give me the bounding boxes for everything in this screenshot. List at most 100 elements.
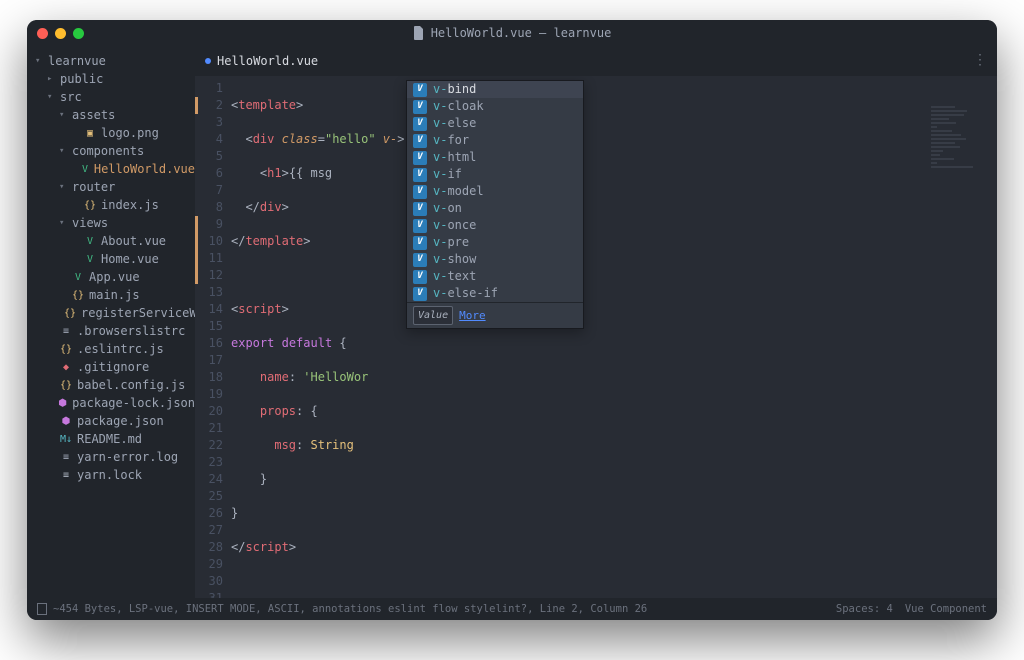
autocomplete-label: v-else-if bbox=[433, 285, 498, 302]
tree-item-assets[interactable]: ▾assets bbox=[27, 106, 195, 124]
line-number: 31 bbox=[197, 590, 223, 598]
autocomplete-kind-icon: V bbox=[413, 83, 427, 97]
autocomplete-item-v-else-if[interactable]: Vv-else-if bbox=[407, 285, 583, 302]
tree-arrow-icon: ▾ bbox=[59, 146, 67, 156]
tree-item-components[interactable]: ▾components bbox=[27, 142, 195, 160]
tree-item-label: views bbox=[72, 216, 108, 230]
file-icon bbox=[413, 26, 425, 40]
tree-item-index-js[interactable]: {} index.js bbox=[27, 196, 195, 214]
tree-item-label: registerServiceW bbox=[81, 306, 195, 320]
line-number: 7 bbox=[197, 182, 223, 199]
tree-item-views[interactable]: ▾views bbox=[27, 214, 195, 232]
tree-item-public[interactable]: ▸public bbox=[27, 70, 195, 88]
tree-item-yarn-error-log[interactable]: ≡yarn-error.log bbox=[27, 448, 195, 466]
status-syntax[interactable]: Vue Component bbox=[905, 603, 987, 615]
file-type-icon: {} bbox=[84, 199, 96, 211]
line-number: 18 bbox=[197, 369, 223, 386]
tree-item-logo-png[interactable]: ▣logo.png bbox=[27, 124, 195, 142]
tree-item-label: src bbox=[60, 90, 82, 104]
tree-item--gitignore[interactable]: ◆.gitignore bbox=[27, 358, 195, 376]
status-right: Spaces: 4 Vue Component bbox=[836, 603, 987, 615]
file-type-icon: V bbox=[72, 271, 84, 283]
autocomplete-item-v-else[interactable]: Vv-else bbox=[407, 115, 583, 132]
line-number: 12 bbox=[197, 267, 223, 284]
tree-item-label: learnvue bbox=[48, 54, 106, 68]
line-number: 11 bbox=[197, 250, 223, 267]
autocomplete-item-v-cloak[interactable]: Vv-cloak bbox=[407, 98, 583, 115]
tree-item-home-vue[interactable]: VHome.vue bbox=[27, 250, 195, 268]
line-number: 20 bbox=[197, 403, 223, 420]
autocomplete-kind-icon: V bbox=[413, 134, 427, 148]
line-number: 16 bbox=[197, 335, 223, 352]
tree-item-readme-md[interactable]: M↓README.md bbox=[27, 430, 195, 448]
autocomplete-label: v-on bbox=[433, 200, 462, 217]
tree-item-app-vue[interactable]: VApp.vue bbox=[27, 268, 195, 286]
autocomplete-label: v-pre bbox=[433, 234, 469, 251]
tree-item--eslintrc-js[interactable]: {}.eslintrc.js bbox=[27, 340, 195, 358]
autocomplete-kind-icon: V bbox=[413, 253, 427, 267]
autocomplete-popup[interactable]: Vv-bindVv-cloakVv-elseVv-forVv-htmlVv-if… bbox=[406, 80, 584, 329]
autocomplete-label: v-once bbox=[433, 217, 476, 234]
file-type-icon: ≡ bbox=[60, 469, 72, 481]
autocomplete-item-v-bind[interactable]: Vv-bind bbox=[407, 81, 583, 98]
autocomplete-item-v-for[interactable]: Vv-for bbox=[407, 132, 583, 149]
autocomplete-label: v-model bbox=[433, 183, 484, 200]
file-type-icon: {} bbox=[72, 289, 84, 301]
autocomplete-item-v-if[interactable]: Vv-if bbox=[407, 166, 583, 183]
editor-main: HelloWorld.vue ⋮ 12345678910111213141516… bbox=[195, 46, 997, 598]
tree-item-babel-config-js[interactable]: {}babel.config.js bbox=[27, 376, 195, 394]
tree-item-label: assets bbox=[72, 108, 115, 122]
file-type-icon: ≡ bbox=[60, 325, 72, 337]
line-number: 8 bbox=[197, 199, 223, 216]
tree-item-about-vue[interactable]: VAbout.vue bbox=[27, 232, 195, 250]
tree-item-label: yarn-error.log bbox=[77, 450, 178, 464]
gutter-modified-marker bbox=[195, 97, 198, 114]
status-panel-icon[interactable] bbox=[37, 603, 47, 615]
autocomplete-kind-icon: V bbox=[413, 185, 427, 199]
autocomplete-item-v-model[interactable]: Vv-model bbox=[407, 183, 583, 200]
tree-item-yarn-lock[interactable]: ≡yarn.lock bbox=[27, 466, 195, 484]
tree-item-router[interactable]: ▾router bbox=[27, 178, 195, 196]
autocomplete-item-v-text[interactable]: Vv-text bbox=[407, 268, 583, 285]
tree-arrow-icon: ▾ bbox=[35, 56, 43, 66]
autocomplete-item-v-pre[interactable]: Vv-pre bbox=[407, 234, 583, 251]
line-number: 15 bbox=[197, 318, 223, 335]
line-number: 10 bbox=[197, 233, 223, 250]
tree-item-src[interactable]: ▾ src bbox=[27, 88, 195, 106]
status-left: ~454 Bytes, LSP-vue, INSERT MODE, ASCII,… bbox=[37, 603, 647, 615]
tree-item-package-lock-json[interactable]: ⬢package-lock.json bbox=[27, 394, 195, 412]
tree-arrow-icon: ▾ bbox=[59, 182, 67, 192]
autocomplete-label: v-html bbox=[433, 149, 476, 166]
tree-arrow-icon: ▾ bbox=[47, 92, 55, 102]
autocomplete-item-v-html[interactable]: Vv-html bbox=[407, 149, 583, 166]
autocomplete-more-link[interactable]: More bbox=[459, 307, 486, 324]
more-menu-icon[interactable]: ⋮ bbox=[973, 52, 987, 68]
autocomplete-item-v-on[interactable]: Vv-on bbox=[407, 200, 583, 217]
tree-item-learnvue[interactable]: ▾ learnvue bbox=[27, 52, 195, 70]
status-spaces[interactable]: Spaces: 4 bbox=[836, 603, 893, 615]
tree-item-helloworld-vue[interactable]: VHelloWorld.vue bbox=[27, 160, 195, 178]
tab-helloworld[interactable]: HelloWorld.vue bbox=[205, 54, 318, 68]
tree-item-label: .gitignore bbox=[77, 360, 149, 374]
minimap[interactable] bbox=[931, 106, 991, 186]
code-area[interactable]: <template> <div class="hello" v-> <h1>{{… bbox=[231, 76, 997, 598]
tree-item-label: index.js bbox=[101, 198, 159, 212]
autocomplete-item-v-once[interactable]: Vv-once bbox=[407, 217, 583, 234]
autocomplete-kind-icon: V bbox=[413, 117, 427, 131]
tree-item-label: logo.png bbox=[101, 126, 159, 140]
file-type-icon: V bbox=[81, 163, 89, 175]
tree-item-registerservicew[interactable]: {}registerServiceW bbox=[27, 304, 195, 322]
tree-item-package-json[interactable]: ⬢package.json bbox=[27, 412, 195, 430]
autocomplete-kind-icon: V bbox=[413, 151, 427, 165]
line-number: 13 bbox=[197, 284, 223, 301]
tree-item-main-js[interactable]: {} main.js bbox=[27, 286, 195, 304]
line-number: 24 bbox=[197, 471, 223, 488]
tree-item-label: main.js bbox=[89, 288, 140, 302]
autocomplete-label: v-show bbox=[433, 251, 476, 268]
line-number: 30 bbox=[197, 573, 223, 590]
autocomplete-label: v-if bbox=[433, 166, 462, 183]
tree-item--browserslistrc[interactable]: ≡.browserslistrc bbox=[27, 322, 195, 340]
autocomplete-item-v-show[interactable]: Vv-show bbox=[407, 251, 583, 268]
file-tree-sidebar[interactable]: ▾learnvue▸public▾src▾assets▣logo.png▾com… bbox=[27, 46, 195, 598]
code-editor[interactable]: 1234567891011121314151617181920212223242… bbox=[195, 76, 997, 598]
